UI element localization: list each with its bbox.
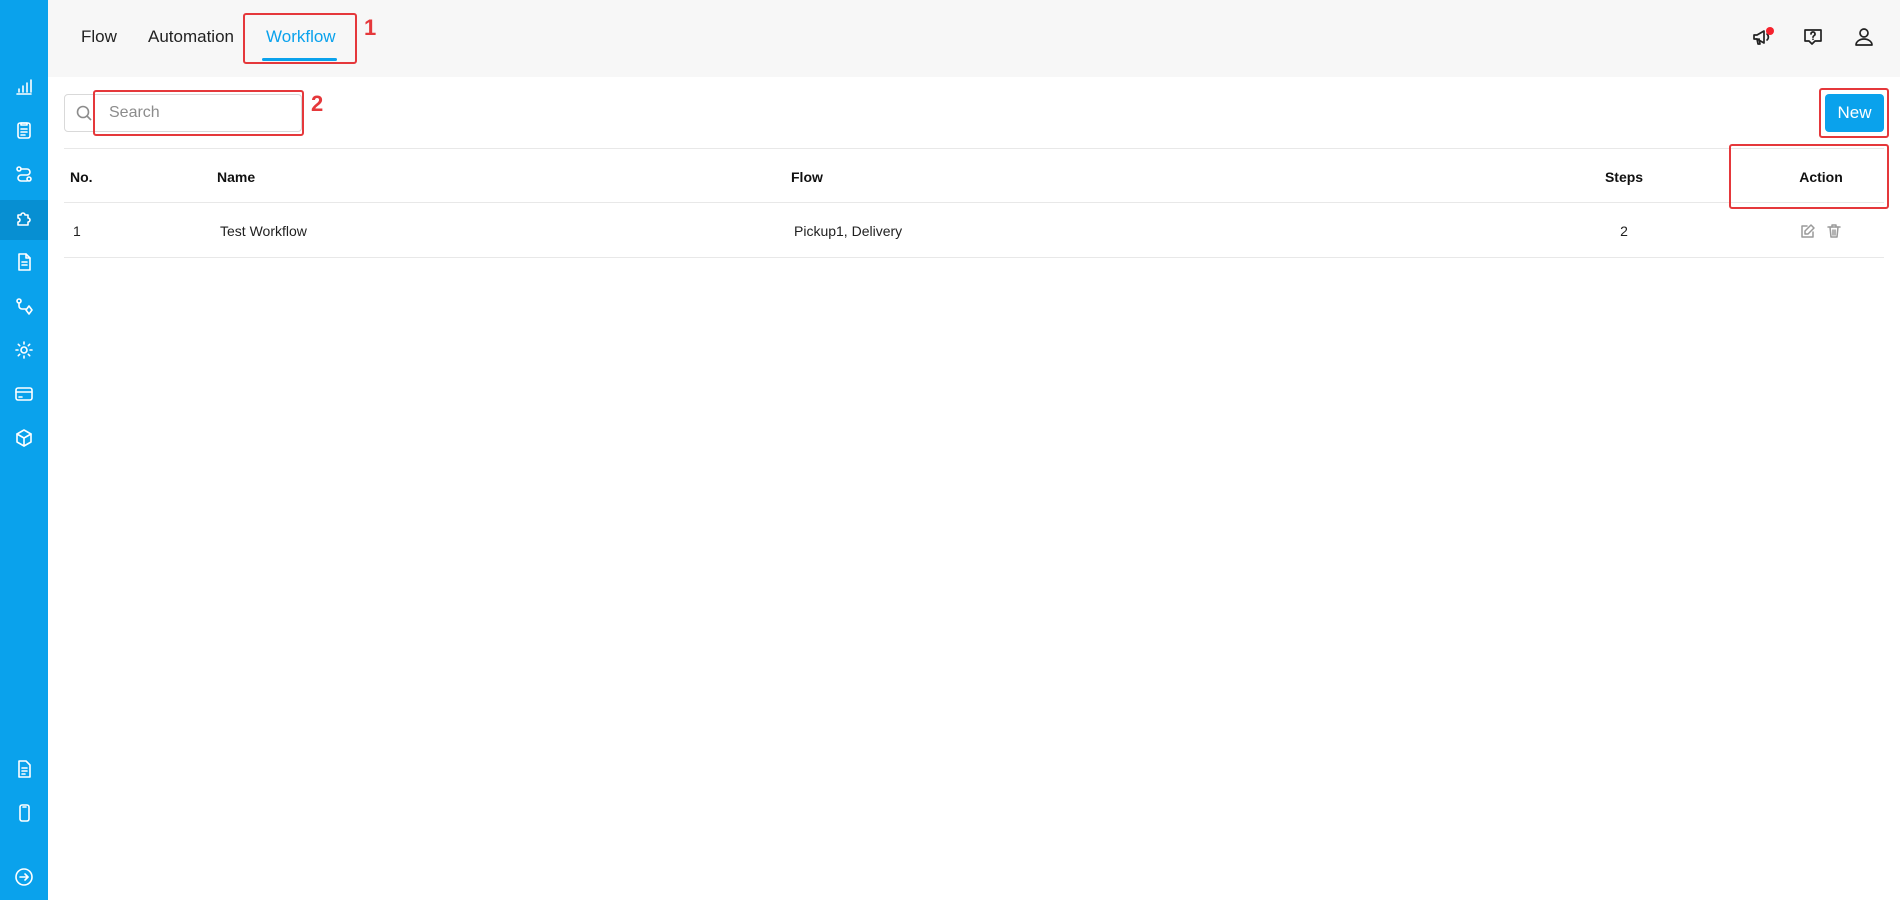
sidebar-item-orders[interactable]: [0, 112, 48, 152]
help-icon: [1802, 26, 1824, 53]
sidebar-item-integrations[interactable]: [0, 200, 48, 240]
mobile-icon: [14, 803, 34, 828]
credit-card-icon: [14, 384, 34, 409]
logout-icon: [14, 867, 34, 892]
announcements-button[interactable]: [1747, 24, 1777, 54]
search-box: [64, 94, 302, 132]
tab-automation[interactable]: Automation: [148, 27, 234, 47]
sidebar-item-reports[interactable]: [0, 751, 48, 791]
table-header-row: No. Name Flow Steps Action: [64, 148, 1884, 203]
table-row[interactable]: 1 Test Workflow Pickup1, Delivery 2: [64, 203, 1884, 258]
puzzle-icon: [14, 208, 34, 233]
active-tab-indicator: [262, 58, 337, 61]
help-button[interactable]: [1798, 24, 1828, 54]
bar-chart-icon: [14, 77, 34, 102]
column-header-action: Action: [1799, 168, 1843, 185]
edit-icon[interactable]: [1798, 221, 1818, 241]
search-input[interactable]: [97, 96, 297, 130]
tab-flow[interactable]: Flow: [81, 27, 117, 47]
new-workflow-button[interactable]: New: [1825, 94, 1884, 132]
box-icon: [14, 428, 34, 453]
sidebar: [0, 0, 48, 900]
cell-action: [1776, 203, 1866, 258]
sidebar-item-documents[interactable]: [0, 244, 48, 284]
sidebar-item-routes[interactable]: [0, 288, 48, 328]
cell-name: Test Workflow: [220, 222, 307, 239]
sidebar-item-flows[interactable]: [0, 156, 48, 196]
clipboard-icon: [14, 120, 34, 145]
cell-no: 1: [73, 222, 81, 239]
cell-steps: 2: [1620, 222, 1628, 239]
sidebar-item-settings[interactable]: [0, 332, 48, 372]
column-header-flow: Flow: [791, 168, 823, 185]
sidebar-item-products[interactable]: [0, 420, 48, 460]
app-root: Flow Automation Workflow New No. Name Fl…: [0, 0, 1900, 900]
sidebar-item-logout[interactable]: [0, 859, 48, 899]
flow-icon: [14, 164, 34, 189]
route-icon: [14, 296, 34, 321]
sidebar-item-analytics[interactable]: [0, 69, 48, 109]
gear-icon: [14, 340, 34, 365]
tab-workflow[interactable]: Workflow: [266, 27, 336, 47]
report-icon: [14, 759, 34, 784]
user-icon: [1853, 26, 1875, 53]
workflow-table: No. Name Flow Steps Action 1 Test Workfl…: [64, 148, 1884, 258]
cell-flow: Pickup1, Delivery: [794, 222, 903, 239]
user-menu-button[interactable]: [1849, 24, 1879, 54]
search-icon: [75, 104, 93, 122]
notification-dot: [1766, 27, 1774, 35]
top-bar: Flow Automation Workflow: [48, 0, 1900, 77]
trash-icon[interactable]: [1824, 221, 1844, 241]
sidebar-item-mobile[interactable]: [0, 795, 48, 835]
column-header-steps: Steps: [1604, 168, 1644, 185]
column-header-no: No.: [70, 168, 93, 185]
annotation-label-2: 2: [311, 91, 324, 116]
column-header-name: Name: [217, 168, 256, 185]
sidebar-item-billing[interactable]: [0, 376, 48, 416]
document-icon: [14, 252, 34, 277]
